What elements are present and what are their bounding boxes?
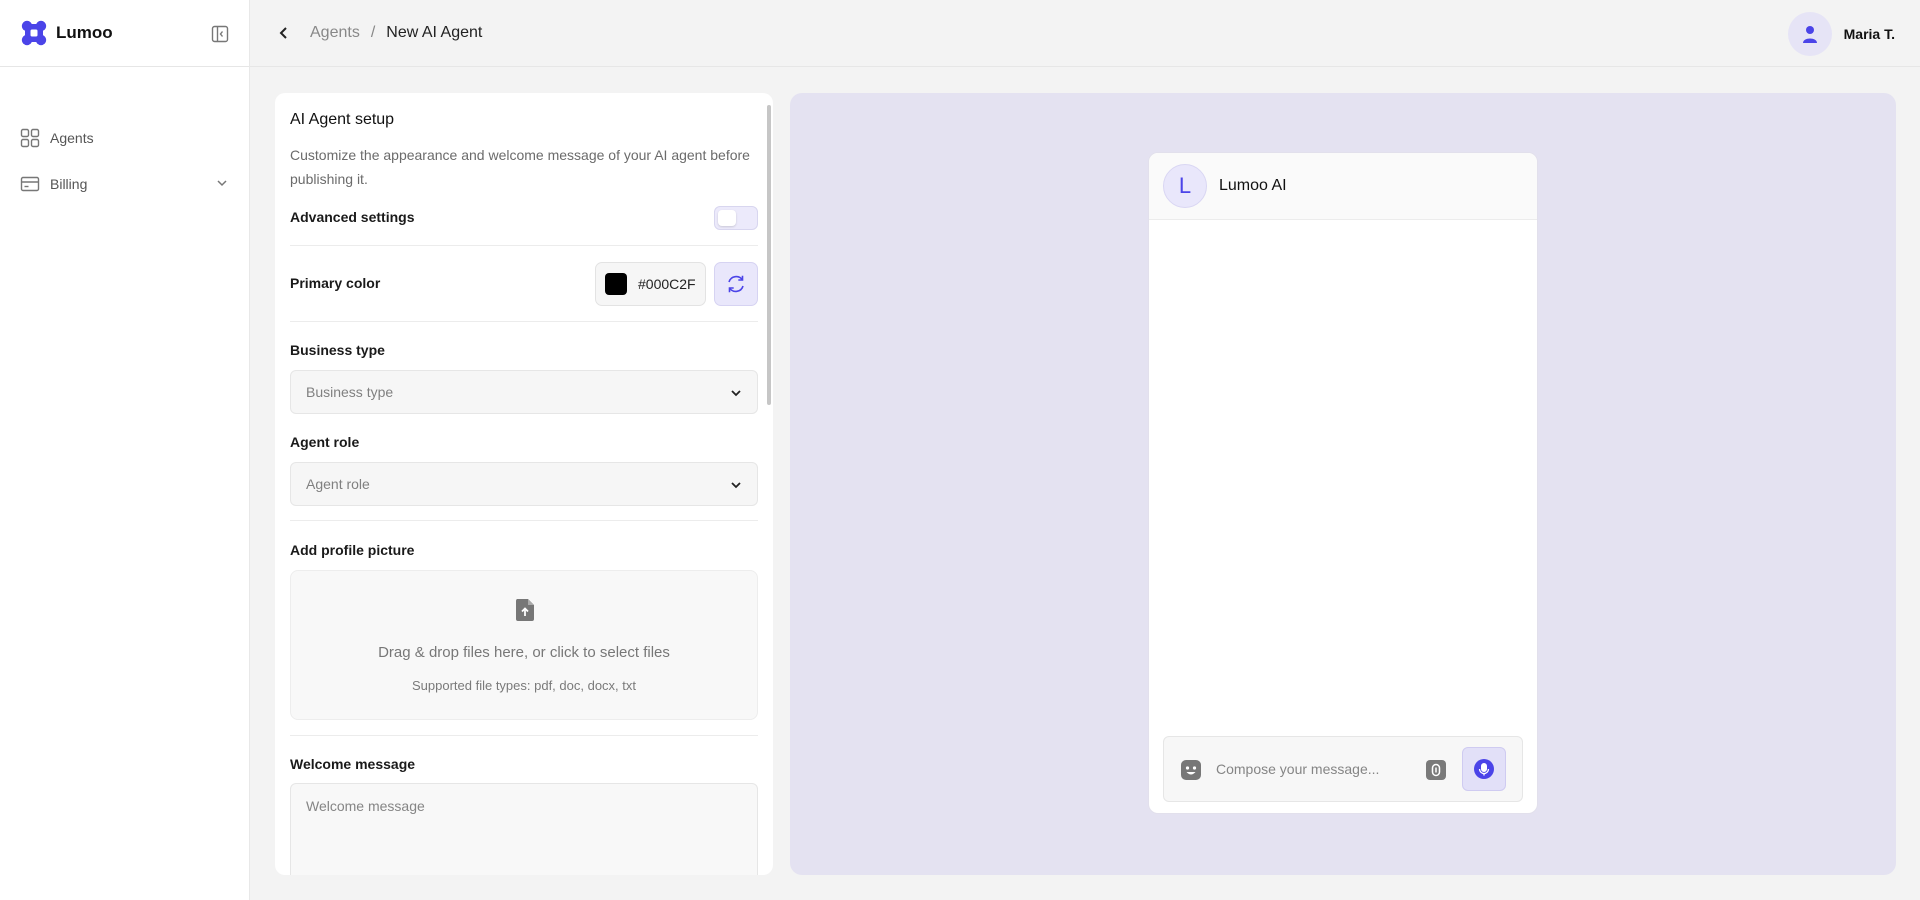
primary-color-value: #000C2F: [638, 276, 696, 292]
agent-role-label: Agent role: [290, 434, 360, 450]
dropzone-text: Drag & drop files here, or click to sele…: [378, 644, 670, 661]
divider: [290, 245, 758, 246]
sidebar: Lumoo Agents Billing: [0, 0, 250, 900]
breadcrumb: Agents / New AI Agent: [310, 24, 482, 42]
card-icon: [20, 174, 40, 194]
setup-title: AI Agent setup: [290, 111, 395, 128]
agent-avatar: L: [1163, 164, 1207, 208]
sidebar-header: Lumoo: [0, 0, 249, 67]
reset-color-button[interactable]: [714, 262, 758, 306]
emoji-icon[interactable]: [1181, 760, 1201, 785]
welcome-message-input[interactable]: Welcome message: [290, 783, 758, 875]
chevron-down-icon: [215, 176, 229, 193]
advanced-settings-toggle[interactable]: [714, 206, 758, 230]
microphone-icon: [1474, 759, 1494, 779]
sidebar-item-billing[interactable]: Billing: [0, 161, 249, 207]
sidebar-item-label: Agents: [50, 130, 94, 146]
user-icon: [1802, 26, 1817, 43]
welcome-message-label: Welcome message: [290, 756, 416, 772]
color-swatch: [605, 273, 627, 295]
welcome-message-placeholder: Welcome message: [306, 798, 425, 814]
business-type-label: Business type: [290, 342, 385, 358]
microphone-button[interactable]: [1462, 747, 1506, 791]
agent-role-select[interactable]: Agent role: [290, 462, 758, 506]
advanced-settings-label: Advanced settings: [290, 209, 415, 225]
top-bar: Agents / New AI Agent Maria T.: [250, 0, 1920, 67]
primary-color-label: Primary color: [290, 275, 381, 291]
lumoo-logo-icon[interactable]: [20, 19, 48, 47]
breadcrumb-agents[interactable]: Agents: [310, 24, 360, 42]
divider: [290, 520, 758, 521]
grid-icon: [20, 128, 40, 148]
sidebar-item-label: Billing: [50, 176, 88, 192]
agent-preview-area: L Lumoo AI Compose your message...: [790, 93, 1896, 875]
back-arrow-icon[interactable]: [272, 21, 296, 45]
divider: [290, 735, 758, 736]
chat-title: Lumoo AI: [1219, 177, 1287, 194]
chevron-down-icon: [729, 386, 743, 403]
business-type-placeholder: Business type: [306, 384, 394, 400]
user-menu[interactable]: Maria T.: [1787, 12, 1895, 56]
avatar: [1787, 12, 1832, 56]
toggle-knob: [718, 210, 736, 226]
agent-role-placeholder: Agent role: [306, 476, 370, 492]
sidebar-nav: Agents Billing: [0, 67, 249, 207]
sidebar-collapse-icon[interactable]: [211, 25, 229, 43]
business-type-select[interactable]: Business type: [290, 370, 758, 414]
compose-input[interactable]: Compose your message...: [1216, 761, 1379, 777]
breadcrumb-current: New AI Agent: [386, 24, 483, 41]
profile-picture-label: Add profile picture: [290, 542, 415, 558]
user-name: Maria T.: [1843, 26, 1895, 42]
attachment-icon[interactable]: [1426, 760, 1446, 785]
profile-picture-dropzone[interactable]: Drag & drop files here, or click to sele…: [290, 570, 758, 720]
sidebar-item-agents[interactable]: Agents: [0, 115, 249, 161]
chat-widget-preview: L Lumoo AI Compose your message...: [1148, 152, 1538, 814]
file-upload-icon: [514, 598, 536, 627]
chevron-down-icon: [729, 478, 743, 495]
refresh-icon: [728, 275, 744, 293]
chat-header: L Lumoo AI: [1149, 153, 1537, 220]
divider: [290, 321, 758, 322]
agent-setup-panel: AI Agent setup Customize the appearance …: [275, 93, 773, 875]
primary-color-picker[interactable]: #000C2F: [595, 262, 706, 306]
breadcrumb-separator: /: [370, 24, 376, 41]
brand-name: Lumoo: [56, 23, 113, 42]
setup-description: Customize the appearance and welcome mes…: [290, 147, 750, 187]
message-composer[interactable]: Compose your message...: [1163, 736, 1523, 802]
dropzone-file-types: Supported file types: pdf, doc, docx, tx…: [411, 678, 636, 693]
scrollbar[interactable]: [767, 105, 771, 405]
